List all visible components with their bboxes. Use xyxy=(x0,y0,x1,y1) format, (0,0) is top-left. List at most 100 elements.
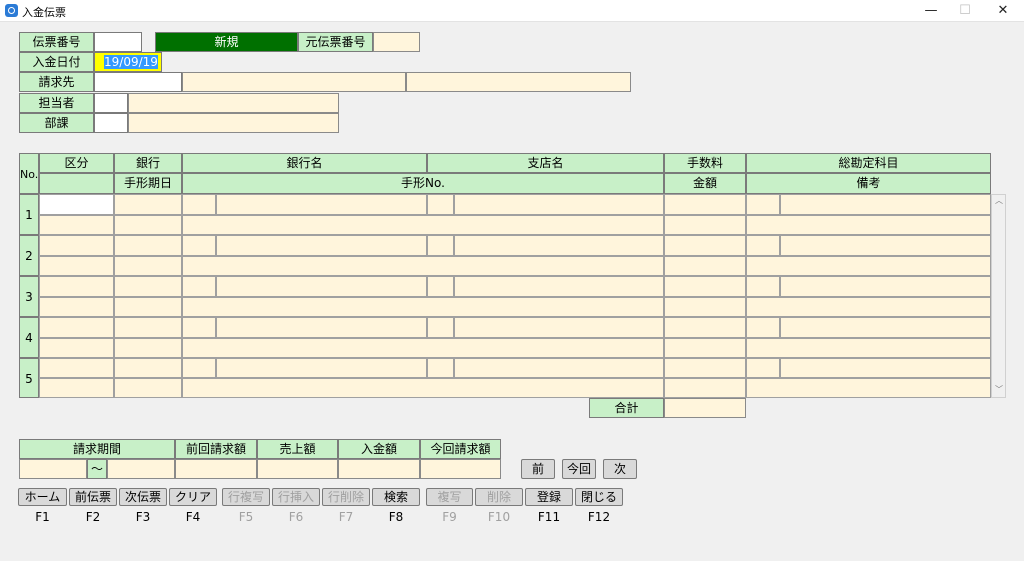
cell-due-date[interactable] xyxy=(114,378,182,398)
row-insert-button[interactable]: 行挿入 xyxy=(272,488,320,506)
close-form-button[interactable]: 閉じる xyxy=(575,488,623,506)
cell-remarks[interactable] xyxy=(746,378,991,398)
cell-amount[interactable] xyxy=(664,297,746,317)
cell-branch-code[interactable] xyxy=(427,235,454,256)
cell-note-no[interactable] xyxy=(182,378,664,398)
cell-account-name[interactable] xyxy=(780,317,991,338)
grid-scrollbar[interactable]: ︿ ﹀ xyxy=(991,194,1006,398)
maximize-button[interactable]: ☐ xyxy=(948,0,982,22)
copy-button[interactable]: 複写 xyxy=(426,488,473,506)
cell-note-no[interactable] xyxy=(182,256,664,276)
cell-bank-name[interactable] xyxy=(216,358,427,378)
cell-account-name[interactable] xyxy=(780,276,991,297)
cell-kubun[interactable] xyxy=(39,194,114,215)
cell-blank[interactable] xyxy=(39,256,114,276)
cell-bank[interactable] xyxy=(114,194,182,215)
cell-account-code[interactable] xyxy=(746,317,780,338)
prev-period-button[interactable]: 前 xyxy=(521,459,555,479)
minimize-button[interactable]: — xyxy=(914,0,948,22)
orig-denpyo-input[interactable] xyxy=(373,32,420,52)
customer-name2-field[interactable] xyxy=(406,72,631,92)
staff-code-input[interactable] xyxy=(94,93,128,113)
dept-code-input[interactable] xyxy=(94,113,128,133)
cell-remarks[interactable] xyxy=(746,297,991,317)
cell-note-no[interactable] xyxy=(182,215,664,235)
row-copy-button[interactable]: 行複写 xyxy=(222,488,270,506)
cell-blank[interactable] xyxy=(39,215,114,235)
cell-bank-name[interactable] xyxy=(216,194,427,215)
scroll-down-icon[interactable]: ﹀ xyxy=(994,384,1004,396)
cell-blank[interactable] xyxy=(39,378,114,398)
cell-note-no[interactable] xyxy=(182,297,664,317)
cell-kubun[interactable] xyxy=(39,317,114,338)
cell-remarks[interactable] xyxy=(746,338,991,358)
cell-bank-code[interactable] xyxy=(182,276,216,297)
cell-bank-code[interactable] xyxy=(182,235,216,256)
cell-blank[interactable] xyxy=(39,297,114,317)
window-title: 入金伝票 xyxy=(22,6,66,19)
date-input[interactable]: 19/09/19 xyxy=(94,52,162,72)
close-button[interactable]: ✕ xyxy=(986,0,1020,22)
cell-fee[interactable] xyxy=(664,317,746,338)
cell-due-date[interactable] xyxy=(114,338,182,358)
delete-button[interactable]: 削除 xyxy=(475,488,523,506)
cell-branch-name[interactable] xyxy=(454,235,664,256)
cell-branch-name[interactable] xyxy=(454,317,664,338)
cell-branch-code[interactable] xyxy=(427,276,454,297)
cell-account-name[interactable] xyxy=(780,235,991,256)
cell-bank-code[interactable] xyxy=(182,317,216,338)
cell-account-code[interactable] xyxy=(746,358,780,378)
cell-branch-code[interactable] xyxy=(427,358,454,378)
cell-due-date[interactable] xyxy=(114,256,182,276)
cell-bank-code[interactable] xyxy=(182,194,216,215)
cell-fee[interactable] xyxy=(664,358,746,378)
search-button[interactable]: 検索 xyxy=(372,488,420,506)
cell-fee[interactable] xyxy=(664,235,746,256)
cell-branch-code[interactable] xyxy=(427,194,454,215)
cell-account-code[interactable] xyxy=(746,194,780,215)
cell-bank[interactable] xyxy=(114,358,182,378)
home-button[interactable]: ホーム xyxy=(18,488,67,506)
cell-due-date[interactable] xyxy=(114,215,182,235)
cell-note-no[interactable] xyxy=(182,338,664,358)
register-button[interactable]: 登録 xyxy=(525,488,573,506)
denpyo-no-input[interactable] xyxy=(94,32,142,52)
cell-remarks[interactable] xyxy=(746,256,991,276)
cell-account-code[interactable] xyxy=(746,276,780,297)
cell-bank-name[interactable] xyxy=(216,276,427,297)
cell-branch-code[interactable] xyxy=(427,317,454,338)
cell-kubun[interactable] xyxy=(39,276,114,297)
cell-fee[interactable] xyxy=(664,276,746,297)
cell-blank[interactable] xyxy=(39,338,114,358)
cell-amount[interactable] xyxy=(664,378,746,398)
cell-fee[interactable] xyxy=(664,194,746,215)
next-slip-button[interactable]: 次伝票 xyxy=(119,488,167,506)
cell-amount[interactable] xyxy=(664,215,746,235)
cell-bank[interactable] xyxy=(114,235,182,256)
cell-account-code[interactable] xyxy=(746,235,780,256)
current-period-button[interactable]: 今回 xyxy=(562,459,596,479)
row-delete-button[interactable]: 行削除 xyxy=(322,488,370,506)
cell-account-name[interactable] xyxy=(780,358,991,378)
scroll-up-icon[interactable]: ︿ xyxy=(994,195,1004,207)
next-period-button[interactable]: 次 xyxy=(603,459,637,479)
cell-amount[interactable] xyxy=(664,256,746,276)
cell-bank[interactable] xyxy=(114,276,182,297)
cell-bank[interactable] xyxy=(114,317,182,338)
clear-button[interactable]: クリア xyxy=(169,488,217,506)
cell-account-name[interactable] xyxy=(780,194,991,215)
cell-kubun[interactable] xyxy=(39,235,114,256)
cell-due-date[interactable] xyxy=(114,297,182,317)
customer-name-field[interactable] xyxy=(182,72,406,92)
cell-remarks[interactable] xyxy=(746,215,991,235)
cell-bank-name[interactable] xyxy=(216,317,427,338)
cell-kubun[interactable] xyxy=(39,358,114,378)
cell-bank-name[interactable] xyxy=(216,235,427,256)
cell-bank-code[interactable] xyxy=(182,358,216,378)
cell-amount[interactable] xyxy=(664,338,746,358)
cell-branch-name[interactable] xyxy=(454,194,664,215)
prev-slip-button[interactable]: 前伝票 xyxy=(69,488,117,506)
customer-code-input[interactable] xyxy=(94,72,182,92)
cell-branch-name[interactable] xyxy=(454,358,664,378)
cell-branch-name[interactable] xyxy=(454,276,664,297)
